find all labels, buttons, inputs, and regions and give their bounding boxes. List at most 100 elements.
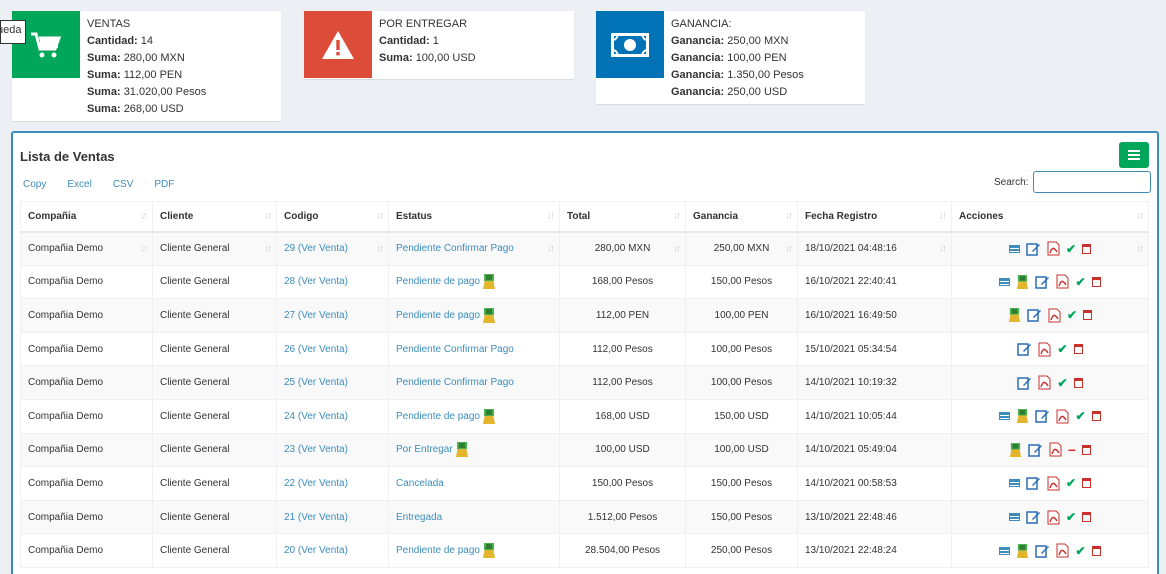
edit-icon[interactable] [1035, 544, 1050, 558]
col-header-date[interactable]: Fecha Registro ↓↑ [797, 201, 952, 233]
cell-date: 16/10/2021 22:40:41 [797, 264, 952, 300]
edit-icon[interactable] [1035, 409, 1050, 424]
list-icon[interactable] [999, 412, 1011, 421]
check-icon[interactable]: ✔ [1067, 308, 1077, 322]
money-bag-icon[interactable] [1008, 307, 1021, 323]
list-icon[interactable] [1008, 479, 1020, 488]
trash-icon[interactable] [1083, 310, 1093, 321]
pdf-icon[interactable] [1056, 543, 1069, 558]
pdf-icon[interactable] [1056, 409, 1069, 424]
pdf-icon[interactable] [1048, 308, 1061, 323]
status-link[interactable]: Pendiente Confirmar Pago [396, 243, 514, 254]
col-header-client[interactable]: Cliente ↓↑ [152, 201, 277, 233]
ver-venta-link[interactable]: 21 (Ver Venta) [284, 512, 348, 523]
trash-icon[interactable] [1091, 411, 1101, 422]
list-icon[interactable] [1008, 244, 1020, 253]
edit-icon[interactable] [1027, 308, 1042, 323]
check-icon[interactable]: ✔ [1075, 544, 1085, 558]
pdf-icon[interactable] [1047, 476, 1060, 491]
check-icon[interactable]: ✔ [1066, 476, 1076, 490]
col-header-status[interactable]: Estatus ↓↑ [388, 201, 560, 233]
cell-client: Cliente General [152, 466, 277, 501]
money-bag-icon[interactable] [455, 441, 469, 458]
money-bag-icon[interactable] [1016, 274, 1029, 290]
money-bag-icon[interactable] [482, 408, 496, 425]
cell-total: 112,00 PEN [559, 298, 686, 333]
status-link[interactable]: Pendiente de pago [396, 545, 480, 556]
pdf-icon[interactable] [1047, 510, 1060, 525]
trash-icon[interactable] [1082, 512, 1092, 523]
col-header-total[interactable]: Total ↓↑ [559, 201, 686, 233]
status-link[interactable]: Cancelada [396, 478, 444, 489]
money-bag-icon[interactable] [482, 307, 496, 324]
status-link[interactable]: Por Entregar [396, 444, 453, 455]
minus-icon[interactable]: − [1068, 442, 1076, 458]
table-row: Compañia Demo Cliente General 26 (Ver Vent… [20, 331, 1149, 367]
csv-button[interactable]: CSV [113, 179, 134, 190]
status-link[interactable]: Pendiente Confirmar Pago [396, 377, 514, 388]
edit-icon[interactable] [1026, 510, 1041, 524]
money-bag-icon[interactable] [1009, 442, 1022, 458]
trash-icon[interactable] [1073, 377, 1083, 388]
edit-icon[interactable] [1035, 275, 1050, 289]
cell-actions: ✔ [951, 398, 1149, 434]
status-link[interactable]: Pendiente de pago [396, 310, 480, 321]
trash-icon[interactable] [1091, 276, 1101, 287]
status-link[interactable]: Entregada [396, 512, 442, 523]
col-header-profit[interactable]: Ganancia ↓↑ [685, 201, 798, 233]
money-bag-icon[interactable] [482, 273, 496, 290]
check-icon[interactable]: ✔ [1057, 376, 1067, 390]
search-input[interactable] [1033, 171, 1152, 193]
check-icon[interactable]: ✔ [1075, 409, 1085, 423]
trash-icon[interactable] [1091, 545, 1101, 556]
check-icon[interactable]: ✔ [1057, 342, 1067, 356]
list-view-button[interactable] [1119, 142, 1149, 168]
pdf-icon[interactable] [1038, 375, 1051, 390]
col-header-company[interactable]: Compañia ↓↑ [20, 201, 153, 233]
ver-venta-link[interactable]: 28 (Ver Venta) [284, 276, 348, 287]
list-icon[interactable] [1008, 513, 1020, 522]
edit-icon[interactable] [1026, 476, 1041, 491]
search-label: Search: [994, 176, 1029, 188]
edit-icon[interactable] [1017, 342, 1032, 356]
ver-venta-link[interactable]: 25 (Ver Venta) [284, 377, 348, 388]
ver-venta-link[interactable]: 27 (Ver Venta) [284, 310, 348, 321]
cell-company: Compañia Demo ↓↑ [20, 231, 153, 266]
pdf-icon[interactable] [1049, 442, 1062, 457]
pdf-icon[interactable] [1056, 274, 1069, 289]
check-icon[interactable]: ✔ [1066, 242, 1076, 256]
ver-venta-link[interactable]: 26 (Ver Venta) [284, 344, 348, 355]
ver-venta-link[interactable]: 22 (Ver Venta) [284, 478, 348, 489]
list-icon[interactable] [999, 277, 1011, 286]
edit-icon[interactable] [1028, 443, 1043, 457]
col-header-code[interactable]: Codigo ↓↑ [276, 201, 389, 233]
ver-venta-link[interactable]: 29 (Ver Venta) [284, 243, 348, 254]
edit-icon[interactable] [1017, 376, 1032, 390]
ver-venta-link[interactable]: 20 (Ver Venta) [284, 545, 348, 556]
ver-venta-link[interactable]: 23 (Ver Venta) [284, 444, 348, 455]
pdf-button[interactable]: PDF [154, 179, 174, 190]
status-link[interactable]: Pendiente de pago [396, 411, 480, 422]
check-icon[interactable]: ✔ [1075, 275, 1085, 289]
money-bag-icon[interactable] [482, 542, 496, 559]
status-link[interactable]: Pendiente Confirmar Pago [396, 344, 514, 355]
trash-icon[interactable] [1082, 243, 1092, 254]
edit-icon[interactable] [1026, 242, 1041, 256]
excel-button[interactable]: Excel [67, 179, 91, 190]
trash-icon[interactable] [1073, 344, 1083, 355]
list-icon[interactable] [999, 546, 1011, 555]
cell-company: Compañia Demo [20, 331, 153, 367]
trash-icon[interactable] [1082, 478, 1092, 489]
money-bag-icon[interactable] [1016, 543, 1029, 559]
ver-venta-link[interactable]: 24 (Ver Venta) [284, 411, 348, 422]
cell-code: 25 (Ver Venta) [276, 365, 389, 400]
copy-button[interactable]: Copy [23, 179, 46, 190]
cell-profit: 250,00 Pesos [685, 533, 798, 568]
col-header-actions[interactable]: Acciones ↓↑ [951, 201, 1149, 233]
money-bag-icon[interactable] [1016, 408, 1029, 424]
check-icon[interactable]: ✔ [1066, 510, 1076, 524]
pdf-icon[interactable] [1038, 342, 1051, 357]
status-link[interactable]: Pendiente de pago [396, 276, 480, 287]
trash-icon[interactable] [1082, 444, 1092, 455]
pdf-icon[interactable] [1047, 241, 1060, 256]
